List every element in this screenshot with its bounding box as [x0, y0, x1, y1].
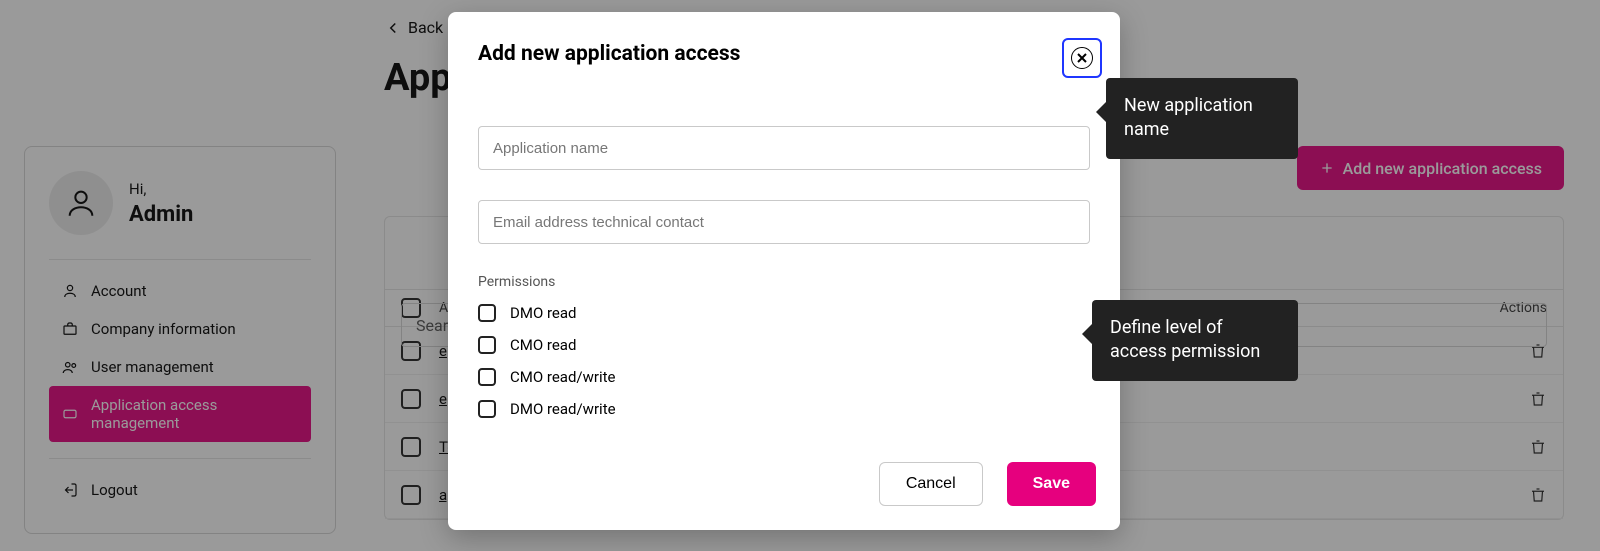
permissions-heading: Permissions [478, 274, 1090, 290]
permission-label: CMO read/write [510, 368, 615, 386]
tooltip-app-name: New application name [1106, 78, 1298, 159]
permission-option[interactable]: CMO read [478, 336, 1090, 354]
permission-label: DMO read [510, 304, 577, 322]
checkbox[interactable] [478, 336, 496, 354]
permission-label: DMO read/write [510, 400, 616, 418]
permission-option[interactable]: DMO read/write [478, 400, 1090, 418]
checkbox[interactable] [478, 400, 496, 418]
permissions-list: DMO read CMO read CMO read/write DMO rea… [478, 304, 1090, 418]
save-button[interactable]: Save [1007, 462, 1096, 506]
application-name-input[interactable] [478, 126, 1090, 170]
technical-contact-email-input[interactable] [478, 200, 1090, 244]
permission-label: CMO read [510, 336, 576, 354]
permission-option[interactable]: CMO read/write [478, 368, 1090, 386]
add-application-dialog: Add new application access Permissions D… [448, 12, 1120, 530]
cancel-button[interactable]: Cancel [879, 462, 983, 506]
dialog-actions: Cancel Save [879, 462, 1096, 506]
checkbox[interactable] [478, 368, 496, 386]
permission-option[interactable]: DMO read [478, 304, 1090, 322]
checkbox[interactable] [478, 304, 496, 322]
close-button[interactable] [1062, 38, 1102, 78]
tooltip-permissions: Define level of access permission [1092, 300, 1298, 381]
dialog-title: Add new application access [478, 42, 1090, 66]
close-icon [1071, 47, 1093, 69]
